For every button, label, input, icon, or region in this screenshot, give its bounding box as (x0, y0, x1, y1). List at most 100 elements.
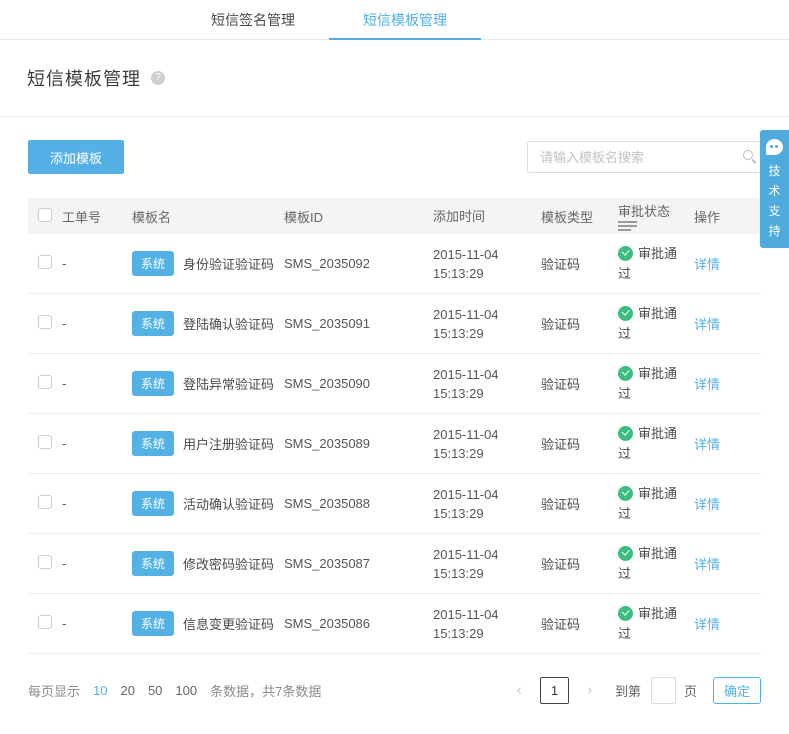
header-added-time: 添加时间 (433, 208, 486, 224)
template-id-cell: SMS_2035086 (284, 616, 371, 631)
table-row: - 系统 信息变更验证码 SMS_2035086 2015-11-04 15:1… (28, 594, 761, 654)
per-page-option-50[interactable]: 50 (148, 683, 162, 698)
system-badge: 系统 (132, 371, 175, 396)
system-badge: 系统 (132, 551, 175, 576)
system-badge: 系统 (132, 611, 175, 636)
per-page-label: 每页显示 (28, 683, 81, 699)
per-page-option-20[interactable]: 20 (120, 683, 134, 698)
added-time-cell: 2015-11-04 15:13:29 (433, 486, 499, 521)
add-template-button[interactable]: 添加模板 (28, 140, 125, 174)
per-page-option-10[interactable]: 10 (93, 683, 107, 698)
chat-bubble-icon (766, 139, 783, 155)
system-badge: 系统 (132, 431, 175, 456)
template-id-cell: SMS_2035088 (284, 496, 371, 511)
order-no-cell: - (62, 556, 67, 571)
header-actions: 操作 (694, 209, 721, 225)
order-no-cell: - (62, 376, 67, 391)
details-link[interactable]: 详情 (694, 617, 720, 632)
approved-check-icon (618, 425, 633, 441)
tab-sms-template[interactable]: 短信模板管理 (329, 0, 481, 40)
support-char: 技 (768, 164, 781, 178)
table-body: - 系统 身份验证验证码 SMS_2035092 2015-11-04 15:1… (28, 234, 761, 654)
order-no-cell: - (62, 316, 67, 331)
approval-status-cell: 审批通过 (618, 545, 678, 581)
header-template-id: 模板ID (284, 209, 324, 225)
template-name: 修改密码验证码 (183, 557, 275, 572)
details-link[interactable]: 详情 (694, 557, 720, 572)
filter-icon[interactable] (618, 220, 688, 231)
details-link[interactable]: 详情 (694, 377, 720, 392)
row-checkbox[interactable] (38, 615, 52, 629)
select-all-checkbox[interactable] (38, 207, 52, 222)
template-id-cell: SMS_2035087 (284, 556, 371, 571)
template-name: 活动确认验证码 (183, 497, 275, 512)
header-template-name: 模板名 (132, 209, 172, 225)
template-type-cell: 验证码 (541, 437, 581, 452)
system-badge: 系统 (132, 311, 175, 336)
details-link[interactable]: 详情 (694, 437, 720, 452)
per-page-selector: 每页显示 10 20 50 100 条数据，共7条数据 (28, 681, 321, 700)
header-template-type: 模板类型 (541, 209, 594, 225)
system-badge: 系统 (132, 491, 175, 516)
added-time-cell: 2015-11-04 15:13:29 (433, 366, 499, 401)
row-checkbox[interactable] (38, 435, 52, 449)
page-number-button[interactable]: 1 (539, 676, 569, 704)
header-order-no: 工单号 (62, 209, 102, 225)
approval-status-cell: 审批通过 (618, 365, 678, 401)
row-checkbox[interactable] (38, 555, 52, 569)
approved-check-icon (618, 305, 633, 321)
order-no-cell: - (62, 256, 67, 271)
header-approval-status: 审批状态 (618, 200, 694, 233)
template-name: 信息变更验证码 (183, 617, 275, 632)
row-checkbox[interactable] (38, 255, 52, 269)
added-time-cell: 2015-11-04 15:13:29 (433, 306, 499, 341)
template-type-cell: 验证码 (541, 617, 581, 632)
help-icon[interactable]: ? (151, 71, 165, 85)
goto-label: 到第 (614, 683, 641, 699)
approved-check-icon (618, 365, 633, 381)
row-checkbox[interactable] (38, 375, 52, 389)
row-checkbox[interactable] (38, 315, 52, 329)
template-id-cell: SMS_2035091 (284, 316, 371, 331)
support-char: 支 (768, 204, 781, 218)
template-name: 身份验证验证码 (183, 257, 275, 272)
order-no-cell: - (62, 436, 67, 451)
page-title: 短信模板管理 (27, 69, 141, 89)
page-unit-label: 页 (683, 683, 697, 699)
added-time-cell: 2015-11-04 15:13:29 (433, 426, 499, 461)
template-type-cell: 验证码 (541, 557, 581, 572)
tab-sms-signature[interactable]: 短信签名管理 (177, 0, 329, 40)
template-type-cell: 验证码 (541, 497, 581, 512)
added-time-cell: 2015-11-04 15:13:29 (433, 606, 499, 641)
approval-status-cell: 审批通过 (618, 485, 678, 521)
template-id-cell: SMS_2035092 (284, 256, 371, 271)
order-no-cell: - (62, 616, 67, 631)
per-page-option-100[interactable]: 100 (175, 683, 197, 698)
template-name: 登陆异常验证码 (183, 377, 275, 392)
prev-page-icon[interactable]: ‹ (512, 681, 526, 699)
approved-check-icon (618, 485, 633, 501)
details-link[interactable]: 详情 (694, 497, 720, 512)
tech-support-widget[interactable]: 技 术 支 持 (760, 130, 789, 248)
confirm-button[interactable]: 确定 (712, 676, 761, 704)
support-char: 持 (768, 224, 781, 238)
table-row: - 系统 身份验证验证码 SMS_2035092 2015-11-04 15:1… (28, 234, 761, 294)
table-row: - 系统 登陆确认验证码 SMS_2035091 2015-11-04 15:1… (28, 294, 761, 354)
search-icon[interactable] (743, 150, 753, 160)
approval-status-cell: 审批通过 (618, 605, 678, 641)
approval-status-cell: 审批通过 (618, 305, 678, 341)
template-table: 工单号 模板名 模板ID 添加时间 模板类型 审批状态 操作 - 系统 身份验证… (28, 198, 761, 654)
row-checkbox[interactable] (38, 495, 52, 509)
table-row: - 系统 用户注册验证码 SMS_2035089 2015-11-04 15:1… (28, 414, 761, 474)
goto-page-input[interactable] (650, 676, 676, 704)
details-link[interactable]: 详情 (694, 257, 720, 272)
title-band: 短信模板管理 ? (0, 40, 789, 117)
approved-check-icon (618, 245, 633, 261)
next-page-icon[interactable]: › (583, 681, 597, 699)
pagination-bar: 每页显示 10 20 50 100 条数据，共7条数据 ‹ 1 › 到第 页 确… (28, 654, 761, 726)
search-input[interactable] (527, 141, 762, 173)
approved-check-icon (618, 545, 633, 561)
template-type-cell: 验证码 (541, 317, 581, 332)
details-link[interactable]: 详情 (694, 317, 720, 332)
added-time-cell: 2015-11-04 15:13:29 (433, 246, 499, 281)
